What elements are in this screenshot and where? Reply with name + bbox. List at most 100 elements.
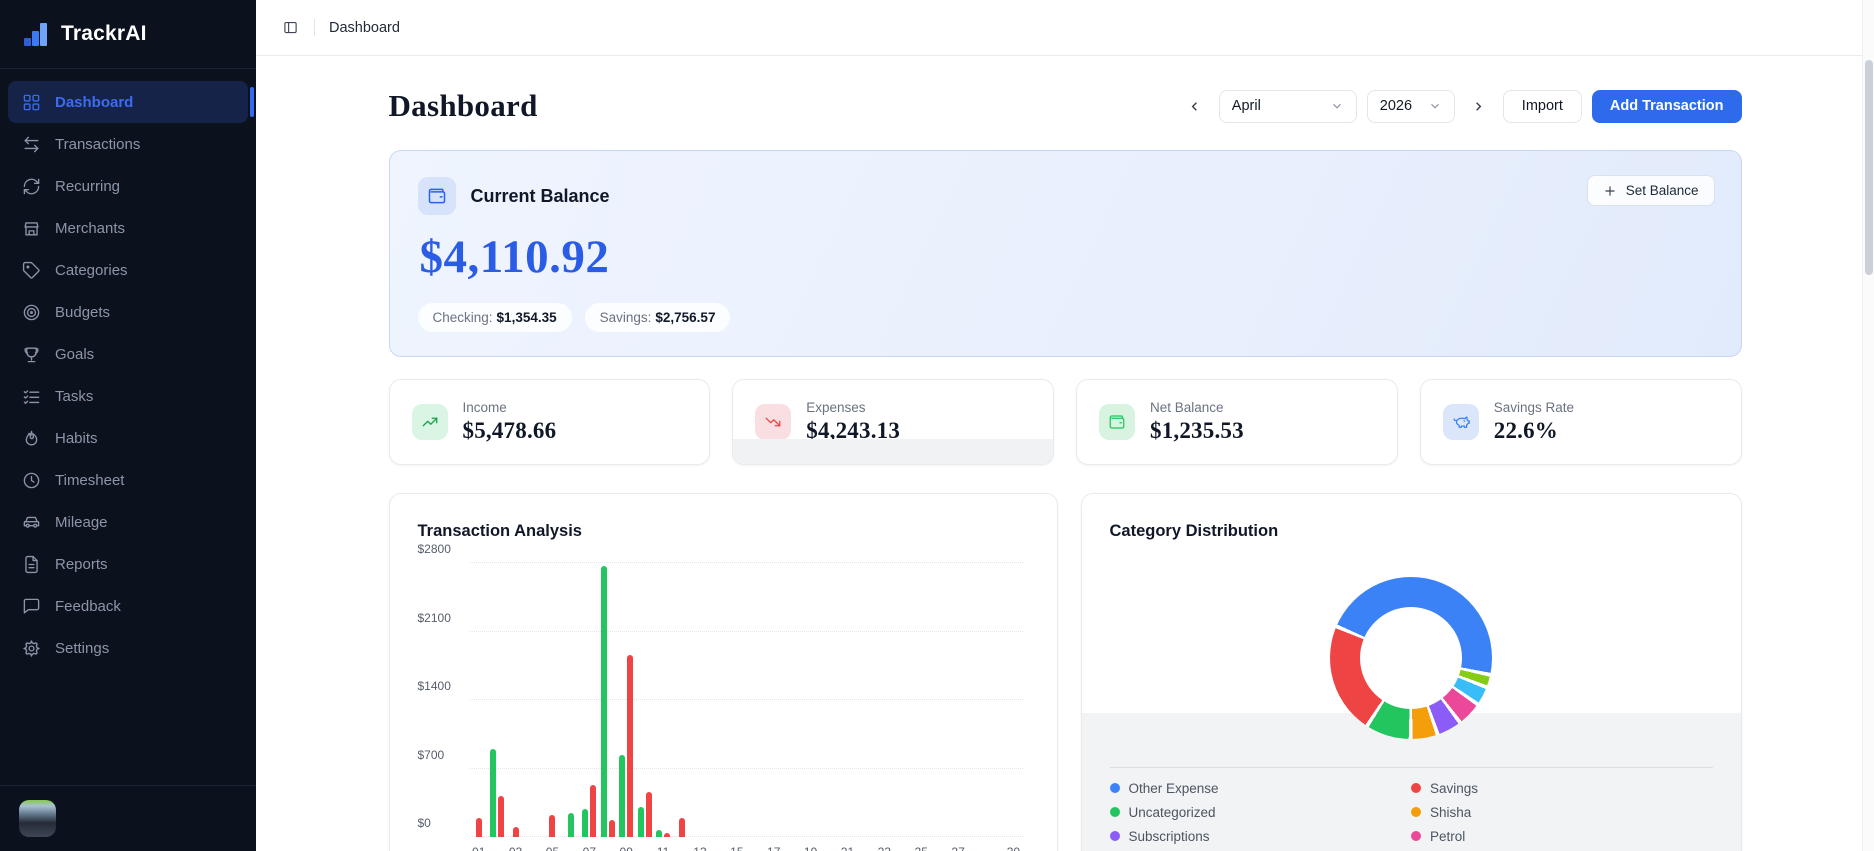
account-pill-savings: Savings: $2,756.57 [584, 303, 731, 332]
sidebar-item-feedback[interactable]: Feedback [8, 585, 248, 627]
sidebar-item-budgets[interactable]: Budgets [8, 291, 248, 333]
sidebar-item-timesheet[interactable]: Timesheet [8, 459, 248, 501]
import-button[interactable]: Import [1502, 89, 1582, 123]
income-bar[interactable] [619, 754, 626, 837]
sidebar-toggle-icon[interactable] [280, 13, 300, 43]
x-tick-label [488, 845, 506, 851]
bar-group-day-19[interactable] [801, 563, 819, 837]
bar-group-day-16[interactable] [746, 563, 764, 837]
income-bar[interactable] [582, 808, 589, 837]
bar-group-day-04[interactable] [525, 563, 543, 837]
bar-group-day-12[interactable] [672, 563, 690, 837]
sidebar-item-tasks[interactable]: Tasks [8, 375, 248, 417]
legend-item-uncategorized: Uncategorized [1109, 805, 1412, 820]
donut-legend: Other Expense Uncategorized Subscription… [1109, 776, 1713, 851]
user-avatar[interactable] [19, 800, 56, 837]
sidebar-item-label: Habits [55, 429, 98, 447]
bar-group-day-03[interactable] [506, 563, 524, 837]
scrollbar-thumb[interactable] [1865, 60, 1873, 275]
add-transaction-button[interactable]: Add Transaction [1591, 89, 1742, 123]
stat-card-expenses[interactable]: Expenses $4,243.13 [732, 379, 1054, 465]
sidebar-item-categories[interactable]: Categories [8, 249, 248, 291]
bar-group-day-18[interactable] [783, 563, 801, 837]
target-icon [22, 303, 41, 322]
x-tick-label: 23 [875, 845, 893, 851]
bar-group-day-09[interactable] [617, 563, 635, 837]
expense-bar[interactable] [475, 818, 482, 837]
year-select-value: 2026 [1379, 98, 1413, 114]
sidebar-item-label: Merchants [55, 219, 126, 237]
expense-bar[interactable] [498, 795, 505, 837]
stat-card-savings-rate[interactable]: Savings Rate 22.6% [1419, 379, 1742, 465]
x-tick-label [930, 845, 948, 851]
bar-group-day-02[interactable] [488, 563, 506, 837]
bar-group-day-01[interactable] [470, 563, 488, 837]
income-bar[interactable] [656, 830, 663, 837]
prev-month-button[interactable] [1181, 91, 1209, 121]
y-tick-label: $700 [417, 747, 445, 762]
expense-bar[interactable] [608, 820, 615, 837]
legend-item-petrol: Petrol [1411, 829, 1713, 844]
bar-group-day-13[interactable] [691, 563, 709, 837]
year-select[interactable]: 2026 [1366, 89, 1455, 123]
plus-icon [1605, 185, 1615, 196]
expense-bar[interactable] [627, 655, 634, 837]
bar-group-day-10[interactable] [635, 563, 653, 837]
bar-group-day-27[interactable] [949, 563, 967, 837]
current-balance-card: Current Balance Set Balance $4,110.92 Ch… [388, 150, 1742, 357]
bar-group-day-15[interactable] [728, 563, 746, 837]
stat-label: Expenses [806, 400, 866, 415]
income-bar[interactable] [490, 748, 497, 837]
next-month-button[interactable] [1465, 91, 1493, 121]
sidebar-item-transactions[interactable]: Transactions [8, 123, 248, 165]
income-bar[interactable] [637, 806, 644, 837]
brand-name: TrackrAI [61, 22, 147, 45]
sidebar-item-habits[interactable]: Habits [8, 417, 248, 459]
sidebar-item-mileage[interactable]: Mileage [8, 501, 248, 543]
sidebar-item-label: Reports [55, 555, 108, 573]
bar-group-day-22[interactable] [857, 563, 875, 837]
income-bar[interactable] [600, 565, 607, 837]
x-tick-label: 03 [506, 845, 524, 851]
expense-bar[interactable] [590, 785, 597, 837]
donut-chart [1330, 577, 1492, 739]
bar-group-day-26[interactable] [930, 563, 948, 837]
month-select[interactable]: April [1218, 89, 1357, 123]
bar-group-day-29[interactable] [986, 563, 1004, 837]
sidebar-item-settings[interactable]: Settings [8, 627, 248, 669]
stat-card-net-balance[interactable]: Net Balance $1,235.53 [1076, 379, 1398, 465]
bar-group-day-23[interactable] [875, 563, 893, 837]
bar-group-day-07[interactable] [580, 563, 598, 837]
bar-group-day-20[interactable] [820, 563, 838, 837]
x-tick-label: 17 [765, 845, 783, 851]
bar-group-day-05[interactable] [543, 563, 561, 837]
expense-bar[interactable] [512, 827, 519, 837]
bar-group-day-17[interactable] [765, 563, 783, 837]
bar-group-day-08[interactable] [599, 563, 617, 837]
x-tick-label [783, 845, 801, 851]
x-tick-label [986, 845, 1004, 851]
expense-bar[interactable] [549, 814, 556, 837]
expense-bar[interactable] [664, 833, 671, 837]
legend-label: Other Expense [1128, 780, 1219, 796]
bar-group-day-24[interactable] [894, 563, 912, 837]
sidebar-item-dashboard[interactable]: Dashboard [8, 81, 254, 123]
bar-group-day-30[interactable] [1004, 563, 1022, 837]
bar-group-day-21[interactable] [838, 563, 856, 837]
sidebar-item-merchants[interactable]: Merchants [8, 207, 248, 249]
bar-group-day-06[interactable] [562, 563, 580, 837]
income-bar[interactable] [567, 812, 574, 837]
sidebar-item-reports[interactable]: Reports [8, 543, 248, 585]
bar-group-day-28[interactable] [967, 563, 985, 837]
bar-group-day-14[interactable] [709, 563, 727, 837]
expense-bar[interactable] [678, 818, 685, 837]
stat-card-income[interactable]: Income $5,478.66 [388, 379, 711, 465]
bar-group-day-11[interactable] [654, 563, 672, 837]
sidebar-item-goals[interactable]: Goals [8, 333, 248, 375]
bar-group-day-25[interactable] [912, 563, 930, 837]
expense-bar[interactable] [645, 792, 652, 837]
stat-label: Income [462, 400, 507, 415]
set-balance-button[interactable]: Set Balance [1586, 175, 1715, 206]
sidebar-item-recurring[interactable]: Recurring [8, 165, 248, 207]
scrollbar-track[interactable] [1862, 0, 1874, 851]
